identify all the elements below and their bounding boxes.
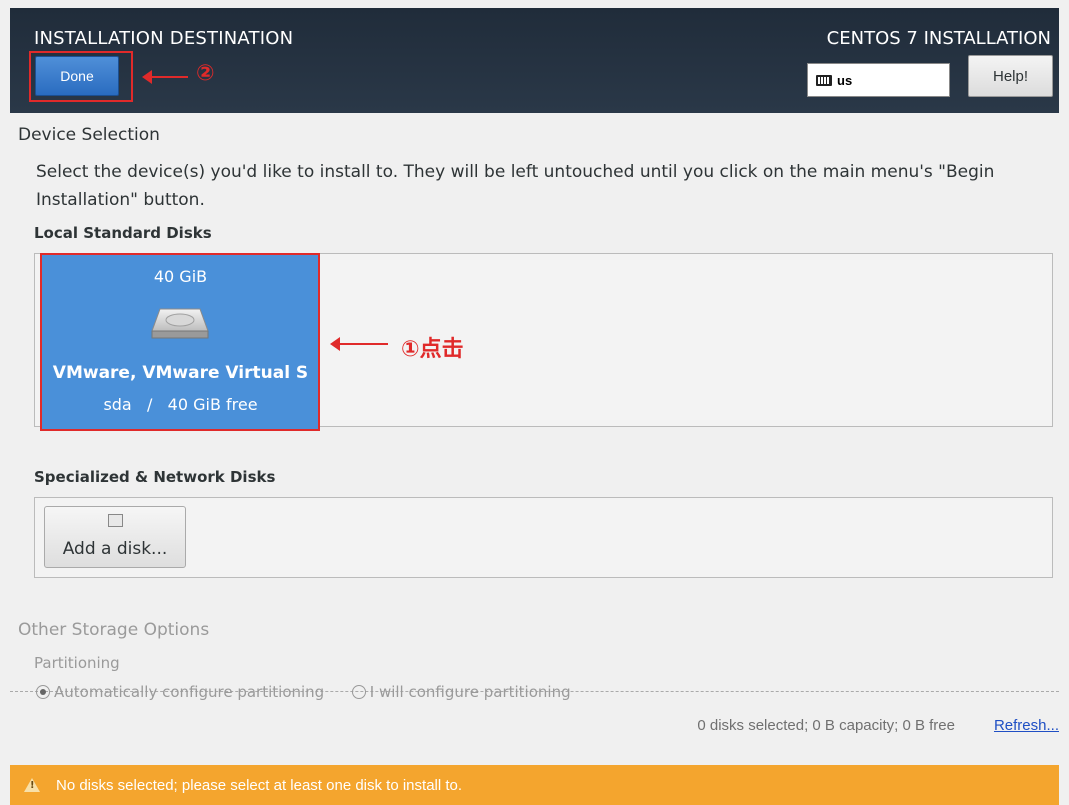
other-storage-title: Other Storage Options [18,620,210,640]
network-disks-area [34,497,1053,578]
radio-manual-icon [351,685,366,699]
header-bar: INSTALLATION DESTINATION CENTOS 7 INSTAL… [10,8,1059,113]
keyboard-icon [816,74,832,86]
help-button[interactable]: Help! [968,55,1053,97]
warning-text: No disks selected; please select at leas… [56,776,463,794]
main-content: Device Selection Select the device(s) yo… [10,113,1059,765]
radio-auto[interactable]: Automatically configure partitioning [36,683,324,701]
add-disk-label: Add a disk... [62,539,168,559]
warning-icon [24,778,40,792]
keyboard-layout-label: us [837,72,853,88]
keyboard-layout-indicator[interactable]: us [807,63,950,97]
annotation-step1: ①点击 [401,337,464,362]
network-disks-heading: Specialized & Network Disks [34,468,276,486]
device-selection-title: Device Selection [18,125,160,145]
product-title: CENTOS 7 INSTALLATION [826,28,1051,49]
annotation-step2: ② [196,61,215,86]
disk-add-icon [107,514,123,527]
radio-manual-label: I will configure partitioning [369,683,571,701]
refresh-link[interactable]: Refresh... [994,717,1059,734]
radio-manual[interactable]: I will configure partitioning [351,683,571,701]
annotation-arrow-disk [330,337,388,351]
annotation-arrow-done [142,70,188,84]
selection-summary: 0 disks selected; 0 B capacity; 0 B free [697,717,955,734]
radio-auto-icon [36,685,50,699]
page-title: INSTALLATION DESTINATION [34,28,294,49]
annotation-done-box [29,51,133,102]
radio-auto-label: Automatically configure partitioning [54,683,325,701]
partitioning-options: Automatically configure partitioning I w… [36,683,571,701]
warning-bar: No disks selected; please select at leas… [10,765,1059,805]
annotation-disk-box [40,253,320,431]
local-disks-heading: Local Standard Disks [34,224,212,242]
add-disk-button[interactable]: Add a disk... [44,506,186,568]
device-selection-description: Select the device(s) you'd like to insta… [36,162,995,210]
partitioning-label: Partitioning [34,654,120,672]
